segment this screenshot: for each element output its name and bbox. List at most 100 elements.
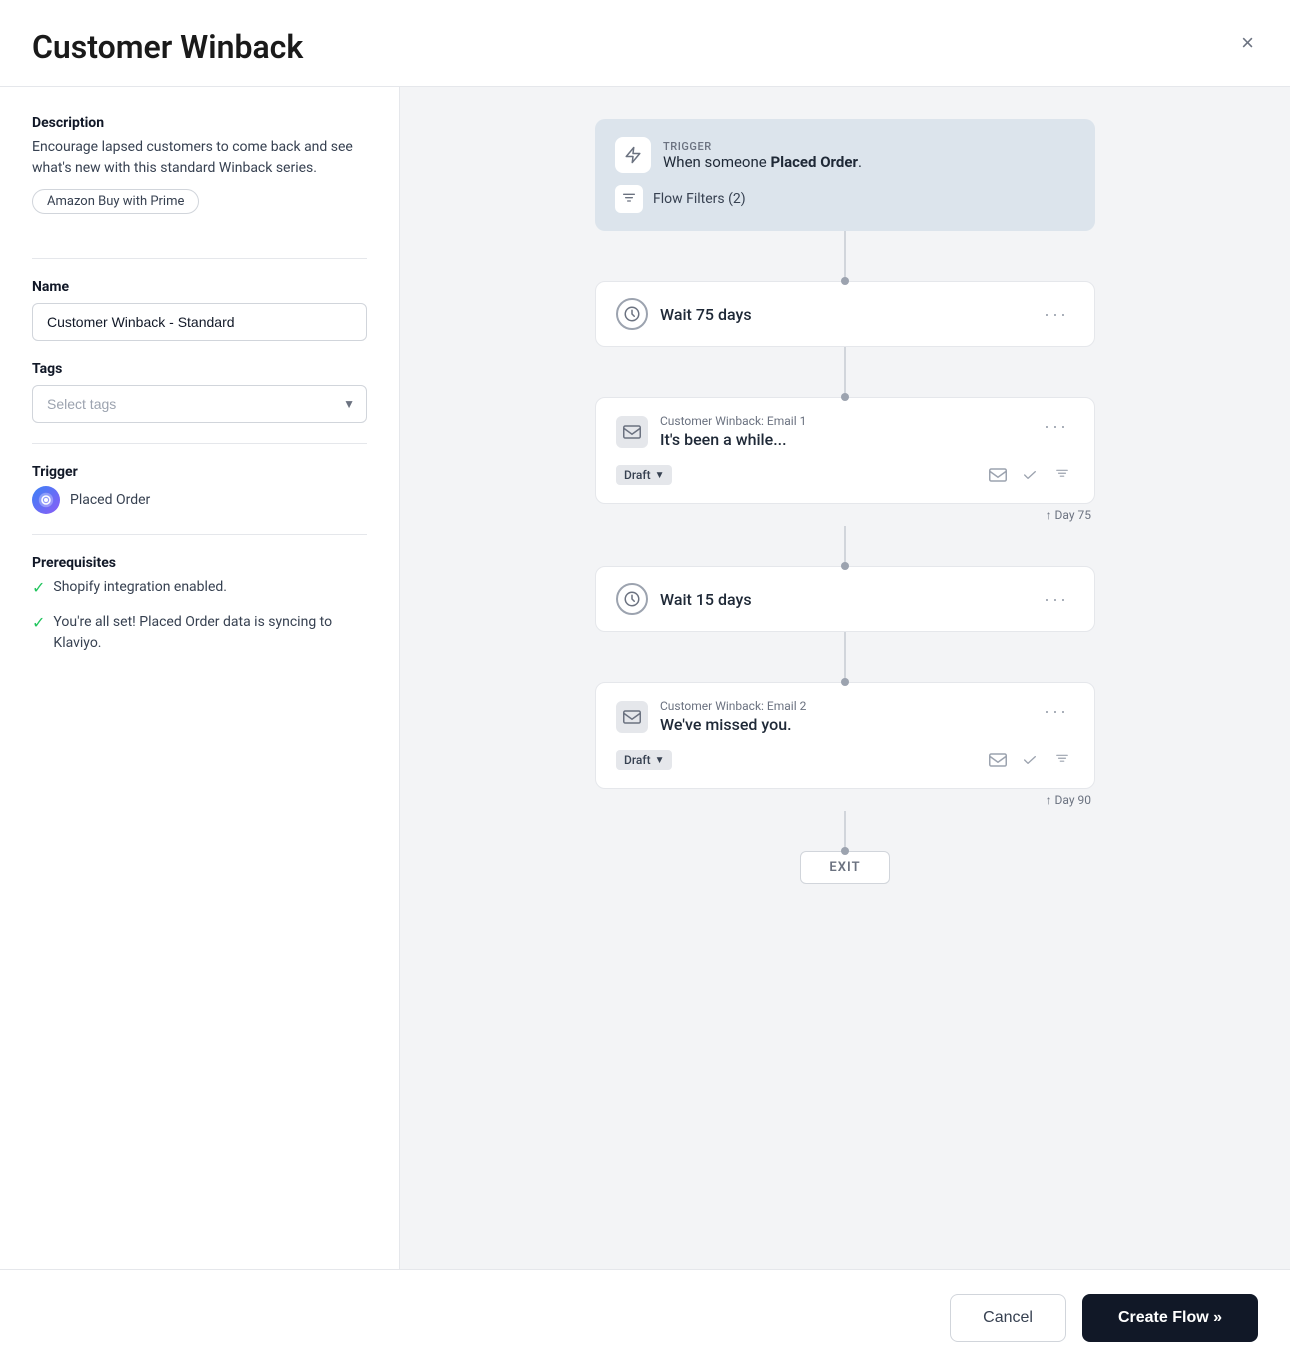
modal-body: Description Encourage lapsed customers t… xyxy=(0,87,1290,1269)
connector-dot-4 xyxy=(841,678,849,686)
connector-dot-2 xyxy=(841,393,849,401)
divider-1 xyxy=(32,258,367,259)
create-flow-button[interactable]: Create Flow » xyxy=(1082,1294,1258,1342)
filter-action-icon-1[interactable] xyxy=(1050,463,1074,487)
draft-arrow-icon-1: ▼ xyxy=(655,470,665,481)
email-2-title: Customer Winback: Email 2 xyxy=(660,699,806,713)
left-panel: Description Encourage lapsed customers t… xyxy=(0,87,400,1269)
email-2-more-button[interactable]: ··· xyxy=(1038,699,1074,724)
prerequisites-label: Prerequisites xyxy=(32,555,367,571)
trigger-label: Placed Order xyxy=(70,492,150,508)
day-75-label: ↑ Day 75 xyxy=(1046,508,1091,522)
email-2-left: Customer Winback: Email 2 We've missed y… xyxy=(616,699,806,734)
prerequisites-section: Prerequisites ✓ Shopify integration enab… xyxy=(32,555,367,654)
flow-container: Trigger When someone Placed Order. xyxy=(595,119,1095,884)
connector-2 xyxy=(844,347,846,397)
email-1-left: Customer Winback: Email 1 It's been a wh… xyxy=(616,414,806,449)
email-1-footer: Draft ▼ xyxy=(616,463,1074,487)
filter-text: Flow Filters (2) xyxy=(653,191,746,207)
exit-node: EXIT xyxy=(800,851,889,884)
prereq-item-2: ✓ You're all set! Placed Order data is s… xyxy=(32,612,367,654)
email-2-card: Customer Winback: Email 2 We've missed y… xyxy=(595,682,1095,789)
email-1-actions xyxy=(986,463,1074,487)
check-action-icon-1[interactable] xyxy=(1018,463,1042,487)
email-2-draft-label: Draft xyxy=(624,753,651,767)
trigger-card-label: Trigger xyxy=(663,140,862,153)
modal-footer: Cancel Create Flow » xyxy=(0,1269,1290,1366)
day-75-row: ↑ Day 75 xyxy=(595,508,1095,526)
wait-75-label: Wait 75 days xyxy=(660,305,752,324)
modal: Customer Winback × Description Encourage… xyxy=(0,0,1290,1366)
clock-icon-2 xyxy=(616,583,648,615)
prereq-item-1: ✓ Shopify integration enabled. xyxy=(32,577,367,598)
connector-dot-3 xyxy=(841,562,849,570)
prereq-text-2: You're all set! Placed Order data is syn… xyxy=(53,612,367,654)
email-1-title: Customer Winback: Email 1 xyxy=(660,414,806,428)
email-icon-1 xyxy=(616,416,648,448)
filter-action-icon-2[interactable] xyxy=(1050,748,1074,772)
wait-75-more-button[interactable]: ··· xyxy=(1038,302,1074,327)
divider-2 xyxy=(32,443,367,444)
trigger-card-text: When someone Placed Order. xyxy=(663,153,862,171)
trigger-section-label: Trigger xyxy=(32,464,367,480)
connector-dot-1 xyxy=(841,277,849,285)
wait-75-left: Wait 75 days xyxy=(616,298,752,330)
prereq-text-1: Shopify integration enabled. xyxy=(53,577,227,598)
email-1-card: Customer Winback: Email 1 It's been a wh… xyxy=(595,397,1095,504)
wait-15-card: Wait 15 days ··· xyxy=(595,566,1095,632)
tags-select[interactable]: Select tags xyxy=(32,385,367,423)
connector-3 xyxy=(844,526,846,566)
description-label: Description xyxy=(32,115,367,131)
trigger-text-prefix: When someone xyxy=(663,153,770,171)
modal-title: Customer Winback xyxy=(32,28,303,66)
tags-field-group: Tags Select tags ▼ xyxy=(32,361,367,423)
email-action-icon-2[interactable] xyxy=(986,748,1010,772)
day-90-label: ↑ Day 90 xyxy=(1046,793,1091,807)
placed-order-icon xyxy=(32,486,60,514)
email-2-header: Customer Winback: Email 2 We've missed y… xyxy=(616,699,1074,734)
close-button[interactable]: × xyxy=(1237,28,1258,58)
trigger-card-header-row: Trigger When someone Placed Order. xyxy=(615,137,1075,173)
connector-4 xyxy=(844,632,846,682)
draft-arrow-icon-2: ▼ xyxy=(655,755,665,766)
email-1-draft-badge[interactable]: Draft ▼ xyxy=(616,465,672,485)
day-90-row: ↑ Day 90 xyxy=(595,793,1095,811)
email-2-footer: Draft ▼ xyxy=(616,748,1074,772)
email-2-subject: We've missed you. xyxy=(660,715,806,734)
trigger-card-icon xyxy=(615,137,651,173)
connector-1 xyxy=(844,231,846,281)
wait-15-label: Wait 15 days xyxy=(660,590,752,609)
clock-icon-1 xyxy=(616,298,648,330)
divider-3 xyxy=(32,534,367,535)
modal-header: Customer Winback × xyxy=(0,0,1290,87)
tags-select-wrapper: Select tags ▼ xyxy=(32,385,367,423)
cancel-button[interactable]: Cancel xyxy=(950,1294,1066,1342)
wait-15-more-button[interactable]: ··· xyxy=(1038,587,1074,612)
connector-5 xyxy=(844,811,846,851)
filter-row: Flow Filters (2) xyxy=(615,185,1075,213)
trigger-text-bold: Placed Order xyxy=(770,153,858,171)
wait-75-card: Wait 75 days ··· xyxy=(595,281,1095,347)
email-1-subject: It's been a while... xyxy=(660,430,806,449)
email-2-draft-badge[interactable]: Draft ▼ xyxy=(616,750,672,770)
name-input[interactable] xyxy=(32,303,367,341)
trigger-item: Placed Order xyxy=(32,486,367,514)
check-action-icon-2[interactable] xyxy=(1018,748,1042,772)
email-1-more-button[interactable]: ··· xyxy=(1038,414,1074,439)
connector-dot-5 xyxy=(841,847,849,855)
wait-15-left: Wait 15 days xyxy=(616,583,752,615)
description-section: Description Encourage lapsed customers t… xyxy=(32,115,367,238)
name-field-group: Name xyxy=(32,279,367,341)
trigger-section: Trigger Placed Order xyxy=(32,464,367,514)
name-label: Name xyxy=(32,279,367,295)
email-1-header: Customer Winback: Email 1 It's been a wh… xyxy=(616,414,1074,449)
check-icon-1: ✓ xyxy=(32,578,45,597)
right-panel: Trigger When someone Placed Order. xyxy=(400,87,1290,1269)
email-action-icon-1[interactable] xyxy=(986,463,1010,487)
email-icon-2 xyxy=(616,701,648,733)
trigger-text-period: . xyxy=(858,153,862,171)
check-icon-2: ✓ xyxy=(32,613,45,632)
email-2-actions xyxy=(986,748,1074,772)
trigger-card: Trigger When someone Placed Order. xyxy=(595,119,1095,231)
email-1-draft-label: Draft xyxy=(624,468,651,482)
